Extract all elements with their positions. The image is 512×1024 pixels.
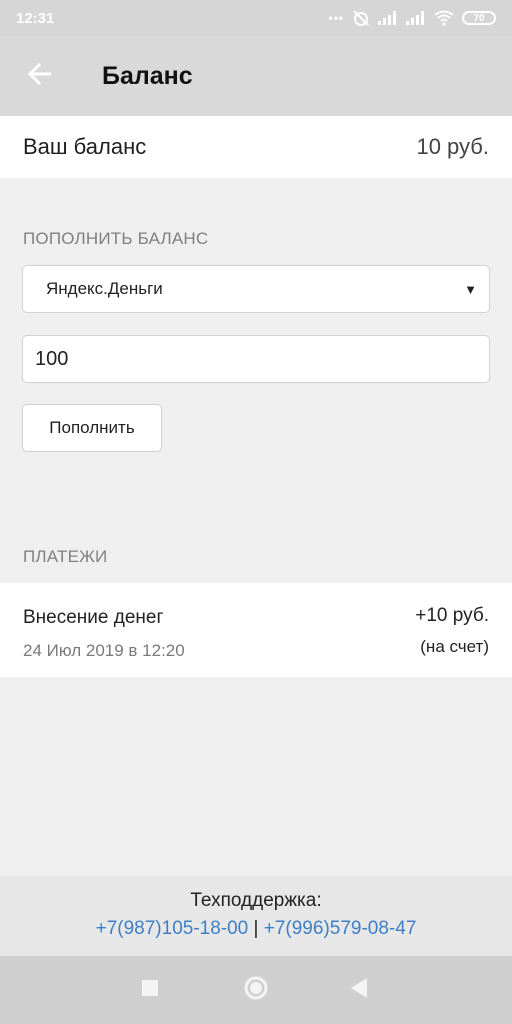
triangle-back-icon [351, 977, 369, 1003]
payment-method-select[interactable]: Яндекс.Деньги ▼ [22, 265, 490, 313]
balance-row: Ваш баланс 10 руб. [0, 116, 512, 178]
arrow-left-icon [27, 62, 53, 91]
topup-section-label: ПОПОЛНИТЬ БАЛАНС [23, 229, 209, 248]
payment-method-value: Яндекс.Деньги [46, 279, 163, 298]
home-button[interactable] [242, 976, 270, 1004]
status-bar: 12:31 ••• 70 [0, 0, 512, 36]
more-dots-icon: ••• [328, 11, 344, 25]
payment-title: Внесение денег [23, 607, 164, 628]
support-phone-link-1[interactable]: +7(987)105-18-00 [96, 918, 249, 939]
phone-separator: | [253, 918, 259, 939]
status-time: 12:31 [16, 9, 55, 27]
list-item: Внесение денег 24 Июл 2019 в 12:20 +10 р… [0, 583, 512, 677]
app-bar: Баланс [0, 36, 512, 116]
balance-value: 10 руб. [416, 134, 489, 159]
status-icons: ••• 70 [328, 9, 496, 27]
square-recents-icon [142, 979, 158, 1001]
back-button[interactable] [12, 48, 68, 104]
support-phones: +7(987)105-18-00 | +7(996)579-08-47 [0, 918, 512, 940]
dropdown-arrow-icon: ▼ [464, 281, 477, 297]
amount-input[interactable] [22, 335, 490, 383]
battery-icon: 70 [462, 11, 496, 25]
payment-amount: +10 руб. [415, 605, 489, 626]
signal-icon-2 [406, 11, 426, 25]
support-phone-link-2[interactable]: +7(996)579-08-47 [264, 918, 417, 939]
alarm-off-icon [352, 9, 370, 27]
support-label: Техподдержка: [190, 890, 322, 911]
page-title: Баланс [102, 61, 193, 90]
circle-home-icon [243, 975, 269, 1006]
payment-note: (на счет) [420, 637, 489, 656]
payments-section-label: ПЛАТЕЖИ [23, 547, 108, 566]
recents-button[interactable] [136, 976, 164, 1004]
wifi-icon [434, 10, 454, 26]
signal-icon [378, 11, 398, 25]
balance-label: Ваш баланс [23, 134, 147, 159]
support-footer: Техподдержка: +7(987)105-18-00 | +7(996)… [0, 876, 512, 956]
payment-date: 24 Июл 2019 в 12:20 [23, 641, 185, 660]
back-nav-button[interactable] [346, 976, 374, 1004]
topup-button[interactable]: Пополнить [22, 404, 162, 452]
system-nav-bar [0, 956, 512, 1024]
